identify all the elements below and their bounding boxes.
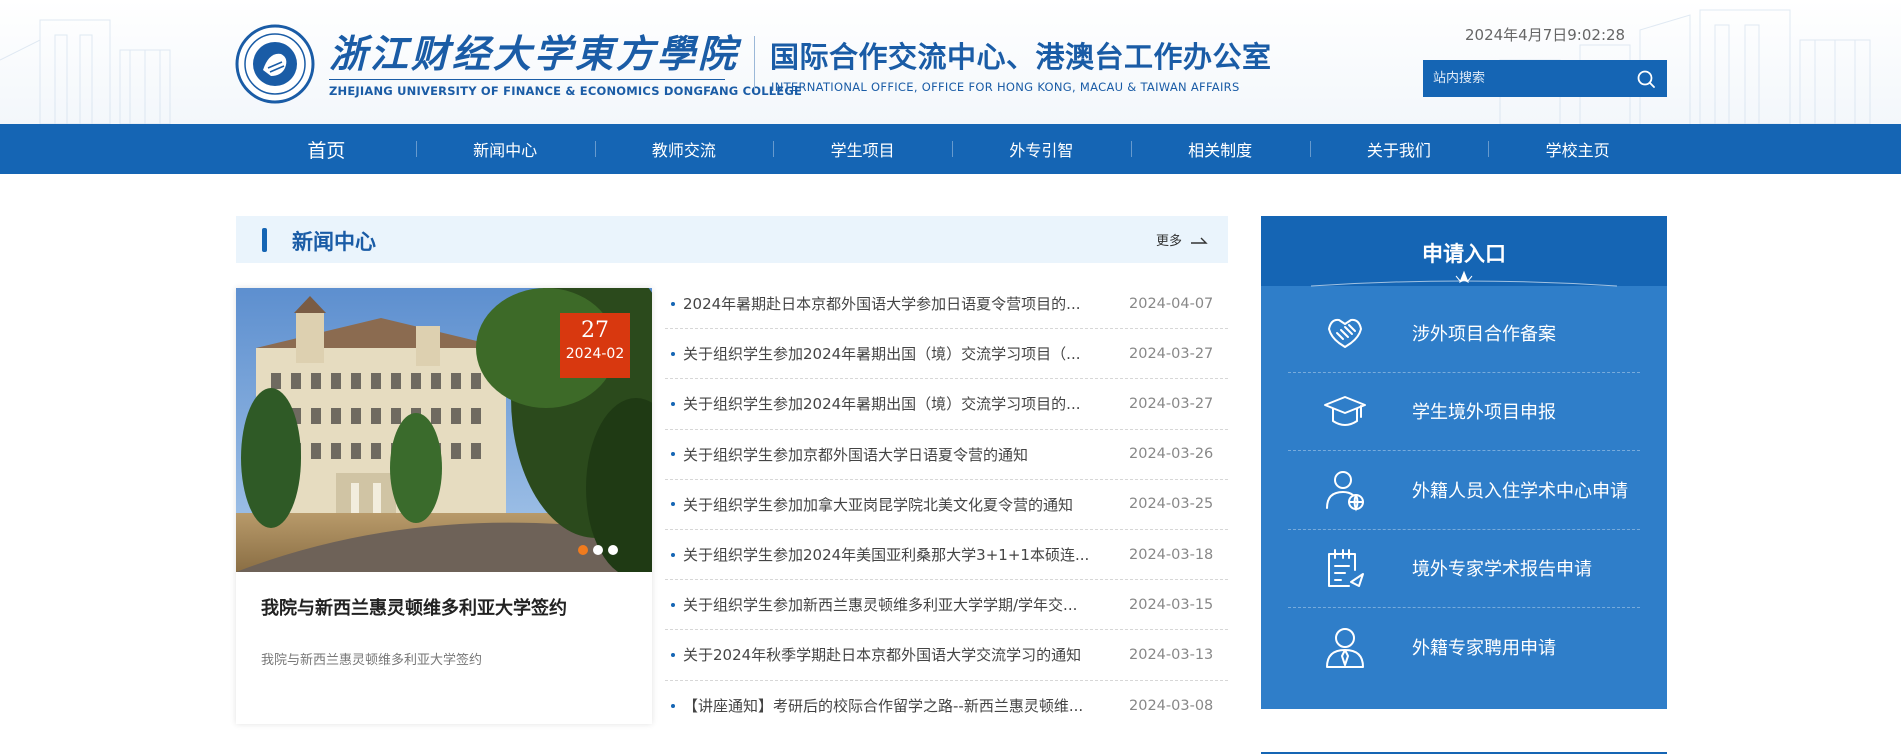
- news-item-date: 2024-03-25: [1129, 496, 1214, 513]
- bullet: [671, 301, 675, 306]
- news-list-item[interactable]: 关于组织学生参加加拿大亚岗昆学院北美文化夏令营的通知 2024-03-25: [665, 480, 1228, 530]
- bullet: [671, 652, 675, 657]
- arrow-right-icon: [1191, 237, 1208, 244]
- news-item-title: 关于组织学生参加京都外国语大学日语夏令营的通知: [683, 445, 1029, 464]
- apply-item-label: 外籍人员入住学术中心申请: [1412, 480, 1628, 502]
- news-item-title: 关于组织学生参加2024年美国亚利桑那大学3+1+1本硕连...: [683, 546, 1090, 565]
- nav-item-news[interactable]: 新闻中心: [415, 124, 595, 174]
- search-button[interactable]: [1625, 60, 1667, 97]
- college-name-cn: 浙江财经大学東方學院: [329, 30, 740, 76]
- nav-item-school-home[interactable]: 学校主页: [1488, 124, 1667, 174]
- featured-news-title[interactable]: 我院与新西兰惠灵顿维多利亚大学签约: [261, 594, 567, 620]
- news-item-title: 关于组织学生参加加拿大亚岗昆学院北美文化夏令营的通知: [683, 495, 1074, 514]
- office-name-en: INTERNATIONAL OFFICE, OFFICE FOR HONG KO…: [771, 80, 1240, 94]
- news-date-year-month: 2024-02: [565, 346, 625, 362]
- site-search: [1423, 60, 1667, 97]
- bullet: [671, 703, 675, 708]
- person-tie-icon: [1321, 623, 1369, 671]
- apply-item-student-overseas[interactable]: 学生境外项目申报: [1288, 373, 1640, 451]
- college-logo[interactable]: 浙江财经大学東方學院 ZHEJIANG UNIVERSITY OF FINANC…: [235, 22, 802, 106]
- news-item-date: 2024-03-08: [1129, 697, 1214, 714]
- news-item-date: 2024-03-13: [1129, 646, 1214, 663]
- bullet: [671, 351, 675, 356]
- nav-item-student-programs[interactable]: 学生项目: [773, 124, 952, 174]
- featured-news-image[interactable]: 27 2024-02: [236, 288, 652, 572]
- news-list-item[interactable]: 关于组织学生参加2024年暑期出国（境）交流学习项目（... 2024-03-27: [665, 329, 1228, 380]
- more-news-link[interactable]: 更多: [1156, 230, 1208, 249]
- news-item-date: 2024-03-27: [1129, 395, 1214, 412]
- person-globe-icon: [1321, 466, 1369, 514]
- apply-item-label: 学生境外项目申报: [1412, 402, 1556, 424]
- news-item-date: 2024-03-26: [1129, 446, 1214, 463]
- apply-item-label: 涉外项目合作备案: [1412, 323, 1556, 345]
- carousel-dot-3[interactable]: [608, 545, 618, 555]
- news-item-title: 关于组织学生参加新西兰惠灵顿维多利亚大学学期/学年交...: [683, 596, 1078, 615]
- news-list-item[interactable]: 关于组织学生参加京都外国语大学日语夏令营的通知 2024-03-26: [665, 430, 1228, 480]
- main-navigation: 首页 新闻中心 教师交流 学生项目 外专引智 相关制度 关于我们 学校主页: [0, 124, 1901, 174]
- bullet: [671, 401, 675, 406]
- apply-item-foreign-residence[interactable]: 外籍人员入住学术中心申请: [1288, 451, 1640, 530]
- header-ornament-icon: [1311, 270, 1617, 287]
- college-seal-icon: [235, 24, 315, 104]
- handshake-icon: [1321, 309, 1369, 357]
- bullet: [671, 452, 675, 457]
- news-date-badge: 27 2024-02: [560, 313, 630, 378]
- featured-news-card[interactable]: 27 2024-02 我院与新西兰惠灵顿维多利亚大学签约 我院与新西兰惠灵顿维多…: [236, 288, 652, 724]
- news-item-title: 关于组织学生参加2024年暑期出国（境）交流学习项目（...: [683, 345, 1081, 364]
- news-section-title: 新闻中心: [292, 230, 376, 254]
- apply-item-expert-report[interactable]: 境外专家学术报告申请: [1288, 530, 1640, 608]
- graduation-cap-icon: [1321, 387, 1369, 435]
- news-item-date: 2024-03-18: [1129, 546, 1214, 563]
- news-item-date: 2024-03-15: [1129, 596, 1214, 613]
- news-list-item[interactable]: 2024年暑期赴日本京都外国语大学参加日语夏令营项目的... 2024-04-07: [665, 279, 1228, 330]
- section-accent-bar: [262, 228, 267, 252]
- office-name-cn: 国际合作交流中心、港澳台工作办公室: [770, 40, 1272, 74]
- news-section-header: 新闻中心 更多: [236, 216, 1228, 263]
- apply-item-label: 外籍专家聘用申请: [1412, 638, 1556, 660]
- news-list-item[interactable]: 关于组织学生参加2024年暑期出国（境）交流学习项目的... 2024-03-27: [665, 379, 1228, 430]
- more-label: 更多: [1155, 234, 1182, 249]
- carousel-dot-1[interactable]: [578, 545, 588, 555]
- carousel-dot-2[interactable]: [593, 545, 603, 555]
- news-item-date: 2024-04-07: [1129, 295, 1214, 312]
- news-list-item[interactable]: 关于组织学生参加2024年美国亚利桑那大学3+1+1本硕连... 2024-03-…: [665, 530, 1228, 581]
- search-icon: [1637, 70, 1655, 88]
- clipboard-send-icon: [1321, 544, 1369, 592]
- apply-item-project-filing[interactable]: 涉外项目合作备案: [1288, 294, 1640, 373]
- news-list-item[interactable]: 【讲座通知】考研后的校际合作留学之路--新西兰惠灵顿维... 2024-03-08: [665, 681, 1228, 731]
- news-date-day: 27: [581, 318, 609, 343]
- apply-item-label: 境外专家学术报告申请: [1412, 559, 1592, 581]
- nav-item-home[interactable]: 首页: [237, 124, 416, 174]
- news-item-date: 2024-03-27: [1129, 345, 1214, 362]
- application-portal-panel: 申请入口 涉外项目合作备案 学生境外项目申报 外籍人员入住学术中心申请 境外专家…: [1261, 216, 1667, 709]
- current-datetime: 2024年4月7日9:02:28: [1465, 26, 1626, 44]
- nav-item-faculty-exchange[interactable]: 教师交流: [594, 124, 774, 174]
- apply-item-expert-hiring[interactable]: 外籍专家聘用申请: [1288, 608, 1640, 687]
- header-divider: [754, 36, 755, 92]
- search-input[interactable]: [1423, 60, 1625, 97]
- college-name-en: ZHEJIANG UNIVERSITY OF FINANCE & ECONOMI…: [329, 78, 802, 98]
- carousel-indicators: [578, 545, 618, 555]
- news-item-title: 关于2024年秋季学期赴日本京都外国语大学交流学习的通知: [683, 646, 1082, 665]
- news-item-title: 2024年暑期赴日本京都外国语大学参加日语夏令营项目的...: [683, 295, 1081, 314]
- news-list-item[interactable]: 关于组织学生参加新西兰惠灵顿维多利亚大学学期/学年交... 2024-03-15: [665, 580, 1228, 631]
- application-portal-header: 申请入口: [1261, 216, 1667, 287]
- nav-item-regulations[interactable]: 相关制度: [1130, 124, 1310, 174]
- nav-item-foreign-experts[interactable]: 外专引智: [952, 124, 1131, 174]
- featured-news-summary: 我院与新西兰惠灵顿维多利亚大学签约: [261, 653, 483, 668]
- bullet: [671, 502, 675, 507]
- next-panel-border: [1261, 752, 1667, 754]
- application-portal-title: 申请入口: [1422, 242, 1506, 266]
- news-item-title: 关于组织学生参加2024年暑期出国（境）交流学习项目的...: [683, 395, 1081, 414]
- nav-item-about-us[interactable]: 关于我们: [1309, 124, 1489, 174]
- news-item-title: 【讲座通知】考研后的校际合作留学之路--新西兰惠灵顿维...: [683, 697, 1084, 716]
- news-list: 2024年暑期赴日本京都外国语大学参加日语夏令营项目的... 2024-04-07…: [665, 279, 1228, 731]
- bullet: [671, 552, 675, 557]
- news-list-item[interactable]: 关于2024年秋季学期赴日本京都外国语大学交流学习的通知 2024-03-13: [665, 630, 1228, 681]
- site-header: 浙江财经大学東方學院 ZHEJIANG UNIVERSITY OF FINANC…: [0, 0, 1901, 124]
- bullet: [671, 602, 675, 607]
